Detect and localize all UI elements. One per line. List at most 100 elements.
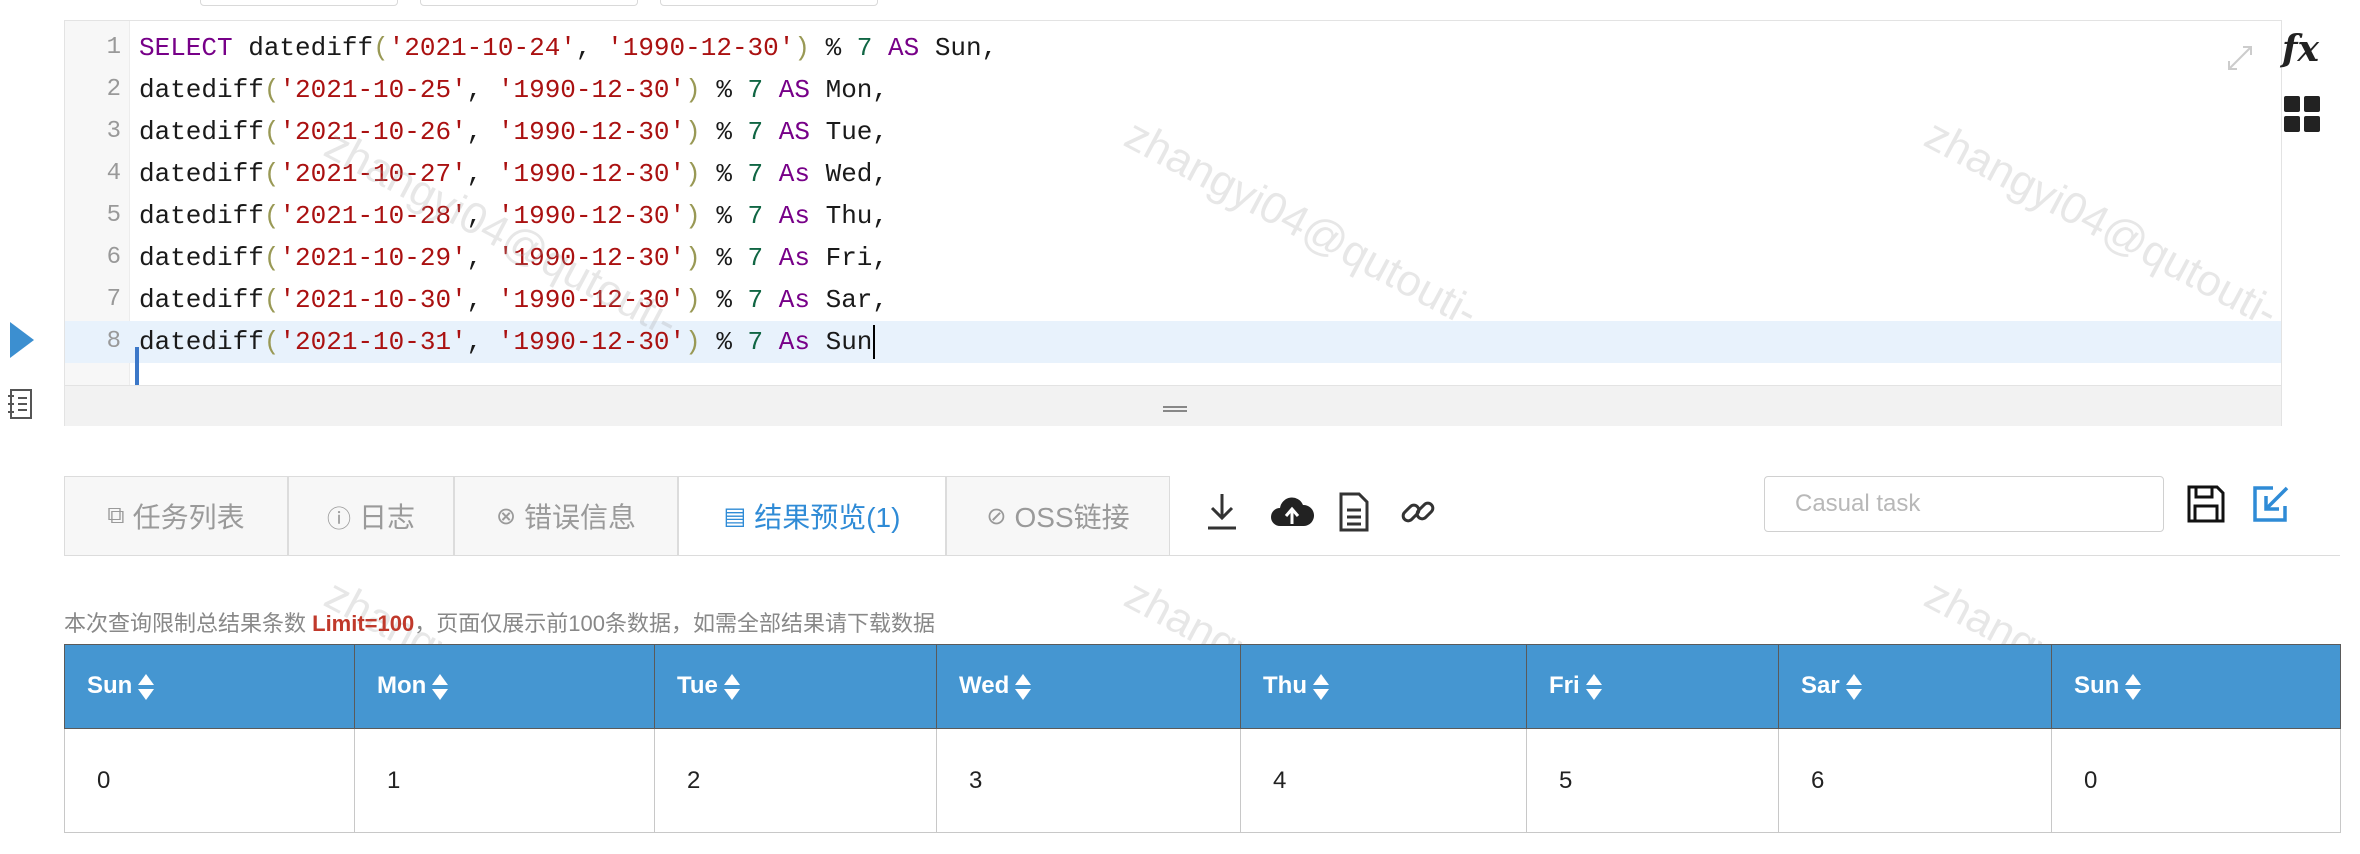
copy-icon: ⧉	[107, 502, 125, 529]
code-line[interactable]: 7 datediff('2021-10-30', '1990-12-30') % …	[65, 279, 2281, 321]
code-token: datediff	[139, 327, 264, 357]
sort-icon[interactable]	[1015, 673, 1032, 701]
code-line[interactable]: 4 datediff('2021-10-27', '1990-12-30') % …	[65, 153, 2281, 195]
code-line[interactable]: 5 datediff('2021-10-28', '1990-12-30') % …	[65, 195, 2281, 237]
column-header[interactable]: Thu	[1240, 644, 1527, 729]
tab-oss-link[interactable]: ⊘ OSS链接	[946, 476, 1170, 556]
code-token: datediff	[139, 201, 264, 231]
column-header-label: Thu	[1263, 672, 1307, 700]
code-text: datediff('2021-10-30', '1990-12-30') % 7…	[139, 279, 888, 321]
code-token: )	[685, 327, 701, 357]
paperclip-icon: ⊘	[986, 502, 1007, 530]
sort-icon[interactable]	[2125, 673, 2142, 701]
top-toolbar-button-1[interactable]	[200, 0, 398, 6]
column-header[interactable]: Wed	[936, 644, 1241, 729]
code-line[interactable]: 8 datediff('2021-10-31', '1990-12-30') % …	[65, 321, 2281, 363]
tab-result-preview[interactable]: ▤ 结果预览(1)	[678, 476, 946, 556]
code-text: datediff('2021-10-25', '1990-12-30') % 7…	[139, 69, 888, 111]
code-token: As	[778, 327, 810, 357]
code-token: (	[263, 159, 280, 189]
code-token: As	[778, 243, 810, 273]
error-icon: ⊗	[495, 502, 517, 530]
code-token: ,	[466, 159, 498, 189]
code-token: %	[809, 33, 857, 63]
sql-editor[interactable]: 1 SELECT datediff('2021-10-24', '1990-12-…	[64, 20, 2282, 386]
table-cell: 2	[654, 728, 937, 833]
code-token: )	[685, 159, 701, 189]
tab-log[interactable]: ⓘ 日志	[288, 476, 454, 556]
code-text: datediff('2021-10-27', '1990-12-30') % 7…	[139, 153, 888, 195]
tab-label: 错误信息	[524, 502, 637, 533]
notes-icon[interactable]	[8, 388, 34, 420]
result-limit-notice: 本次查询限制总结果条数 Limit=100，页面仅展示前100条数据，如需全部结…	[64, 606, 935, 638]
tab-label: OSS链接	[1014, 502, 1130, 533]
cloud-upload-icon[interactable]	[1270, 490, 1314, 534]
grid-icon[interactable]	[2284, 96, 2320, 132]
code-line[interactable]: 1 SELECT datediff('2021-10-24', '1990-12-…	[65, 27, 2281, 69]
code-token: 7	[747, 285, 764, 315]
save-icon[interactable]	[2184, 482, 2228, 526]
sort-icon[interactable]	[432, 673, 449, 701]
task-name-input[interactable]	[1764, 476, 2164, 532]
code-token: As	[778, 285, 810, 315]
tab-error-info[interactable]: ⊗ 错误信息	[454, 476, 678, 556]
sort-icon[interactable]	[1312, 673, 1329, 701]
sort-icon[interactable]	[138, 673, 155, 701]
code-token: '1990-12-30'	[607, 33, 795, 63]
import-icon[interactable]	[2248, 482, 2292, 526]
top-toolbar-button-3[interactable]	[660, 0, 878, 6]
code-token: (	[373, 33, 389, 63]
code-line[interactable]: 6 datediff('2021-10-29', '1990-12-30') % …	[65, 237, 2281, 279]
link-icon[interactable]	[1396, 490, 1440, 534]
table-row: 01234560	[64, 728, 2341, 833]
tab-task-list[interactable]: ⧉ 任务列表	[64, 476, 288, 556]
code-token: As	[778, 201, 810, 231]
table-cell: 5	[1526, 728, 1779, 833]
code-line[interactable]: 2 datediff('2021-10-25', '1990-12-30') % …	[65, 69, 2281, 111]
editor-resize-bar[interactable]	[64, 386, 2282, 426]
sort-icon[interactable]	[723, 673, 740, 701]
code-token: %	[700, 327, 748, 357]
code-token: %	[700, 159, 748, 189]
column-header[interactable]: Sun	[64, 644, 355, 729]
code-token: ,	[466, 243, 498, 273]
column-header[interactable]: Mon	[354, 644, 655, 729]
table-cell: 3	[936, 728, 1241, 833]
code-text: datediff('2021-10-26', '1990-12-30') % 7…	[139, 111, 888, 153]
sort-icon[interactable]	[1585, 673, 1602, 701]
column-header[interactable]: Fri	[1526, 644, 1779, 729]
code-token: datediff	[139, 243, 264, 273]
code-token: '1990-12-30'	[497, 117, 686, 147]
sort-icon[interactable]	[1845, 673, 1862, 701]
expand-icon[interactable]	[2225, 43, 2255, 73]
limit-value: Limit=100	[312, 611, 415, 636]
code-token: '1990-12-30'	[497, 201, 686, 231]
text-cursor	[873, 325, 876, 360]
code-token: '1990-12-30'	[497, 285, 686, 315]
column-header[interactable]: Tue	[654, 644, 937, 729]
line-number: 8	[106, 328, 121, 355]
download-icon[interactable]	[1200, 490, 1244, 534]
column-header[interactable]: Sar	[1778, 644, 2052, 729]
code-token: '2021-10-26'	[279, 117, 467, 147]
run-icon[interactable]	[10, 322, 34, 358]
resize-handle-icon[interactable]	[1163, 406, 1187, 414]
file-text-icon[interactable]	[1332, 490, 1376, 534]
code-token: (	[263, 117, 280, 147]
code-token: ,	[575, 33, 608, 63]
result-table: Sun Mon Tue Wed Thu Fri Sar Sun 01234560	[64, 644, 2341, 833]
line-number: 1	[106, 34, 121, 61]
table-cell: 6	[1778, 728, 2052, 833]
code-token: (	[263, 75, 280, 105]
column-header[interactable]: Sun	[2051, 644, 2341, 729]
function-icon[interactable]: fx	[2282, 28, 2319, 70]
top-toolbar-button-2[interactable]	[420, 0, 638, 6]
column-header-label: Tue	[677, 672, 718, 700]
code-token: '2021-10-31'	[279, 327, 467, 357]
code-token: (	[263, 243, 280, 273]
code-line[interactable]: 3 datediff('2021-10-26', '1990-12-30') % …	[65, 111, 2281, 153]
code-token: '2021-10-29'	[279, 243, 467, 273]
table-cell: 0	[2051, 728, 2341, 833]
code-token: %	[700, 243, 748, 273]
